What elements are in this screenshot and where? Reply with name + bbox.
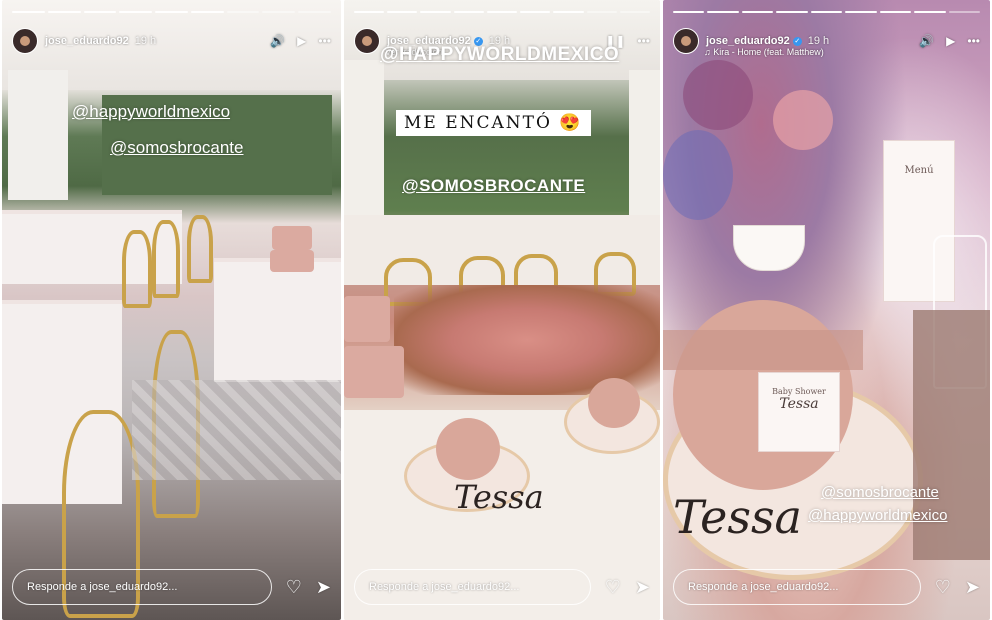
progress-segment [47,11,81,13]
avatar[interactable] [12,28,38,54]
gold-chair [122,230,152,308]
table-right [214,258,341,382]
post-time: 19 h [134,35,157,47]
progress-segment [226,11,260,13]
post-time: 19 h [807,35,830,47]
play-icon[interactable]: ▶ [946,35,955,47]
gift-tag-name: Tessa [779,396,819,412]
menu-title: Menú [904,165,934,176]
progress-segment [387,11,418,13]
mention-sticker[interactable]: @somosbrocante [110,138,244,158]
progress-segment [12,11,45,13]
story-panel-2[interactable]: Tessa jose_eduardo92 ✓ 19 h ❚❚ ••• Ver t… [344,0,660,620]
gift-cake [436,418,500,480]
send-icon[interactable]: ➤ [635,577,650,598]
story-header: jose_eduardo92 19 h 🔊 ▶ ••• [12,28,331,54]
progress-segment [707,11,739,13]
verified-icon: ✓ [792,36,802,46]
music-icon: ♫ [704,47,714,57]
progress-segment [420,11,451,13]
progress-segment [119,11,153,13]
ribbon [663,330,863,370]
progress-segment [810,11,843,13]
music-info[interactable]: ♫ Kira - Home (feat. Matthew) [704,47,824,57]
gift-tag-heading: Baby Shower [772,387,826,396]
avatar[interactable] [673,28,699,54]
flowers [773,90,833,150]
username[interactable]: jose_eduardo92 [45,35,129,47]
reply-input[interactable]: Responde a jose_eduardo92... [673,569,921,605]
progress-segment [776,11,808,13]
story-footer: Responde a jose_eduardo92... ♡ ➤ [12,568,331,606]
username[interactable]: jose_eduardo92 [706,35,790,47]
volume-icon[interactable]: 🔊 [270,35,285,47]
reply-input[interactable]: Responde a jose_eduardo92... [354,569,591,605]
progress-segment [453,11,484,13]
name-place-card: Tessa [454,478,544,516]
progress-segment [486,11,518,13]
progress-segment [553,11,584,13]
mention-sticker[interactable]: @somosbrocante [821,484,939,501]
mention-sticker[interactable]: @happyworldmexico [72,102,230,122]
gift-tag: Baby Shower Tessa [758,372,840,452]
gift-box [272,226,312,250]
send-icon[interactable]: ➤ [965,577,980,598]
name-place-card: Tessa [673,490,802,544]
story-footer: Responde a jose_eduardo92... ♡ ➤ [673,568,980,606]
avatar[interactable] [354,28,380,54]
curtain [8,70,68,200]
progress-segment [190,11,224,13]
progress-segment [586,11,617,13]
play-icon[interactable]: ▶ [297,35,306,47]
heart-icon[interactable]: ♡ [605,577,621,598]
progress-segment [354,11,385,13]
more-icon[interactable]: ••• [967,35,980,47]
progress-segment [741,11,774,13]
more-icon[interactable]: ••• [637,35,650,47]
send-icon[interactable]: ➤ [316,577,331,598]
heart-icon[interactable]: ♡ [935,577,951,598]
story-progress [12,11,332,13]
story-progress [354,11,650,13]
flowers [683,60,753,130]
curtain [344,60,384,220]
volume-icon[interactable]: 🔊 [919,35,934,47]
gift-box [344,346,404,398]
progress-segment [83,11,117,13]
flowers [663,130,733,220]
progress-segment [262,11,296,13]
story-panel-3[interactable]: Menú Baby Shower Tessa Tessa jose_eduard… [663,0,990,620]
progress-segment [948,11,980,13]
progress-segment [845,11,877,13]
progress-segment [914,11,946,13]
mention-sticker[interactable]: @happyworldmexico [808,507,947,524]
text-sticker: ME ENCANTÓ 😍 [396,110,591,136]
story-panel-1[interactable]: jose_eduardo92 19 h 🔊 ▶ ••• @happyworldm… [2,0,341,620]
gold-chair [187,215,213,283]
curtain [629,70,660,220]
gift-box [344,296,390,342]
mention-sticker[interactable]: @SOMOSBROCANTE [402,176,585,196]
mention-sticker[interactable]: @HAPPYWORLDMEXICO [380,44,619,66]
progress-segment [298,11,332,13]
gold-chair [152,220,180,298]
more-icon[interactable]: ••• [318,35,331,47]
story-footer: Responde a jose_eduardo92... ♡ ➤ [354,568,650,606]
gift-box [270,250,314,272]
story-progress [673,11,980,13]
progress-segment [619,11,650,13]
progress-segment [673,11,705,13]
heart-icon[interactable]: ♡ [286,577,302,598]
progress-segment [520,11,551,13]
patterned-floor [132,380,341,480]
progress-segment [155,11,188,13]
reply-input[interactable]: Responde a jose_eduardo92... [12,569,272,605]
song-title: Kira - Home (feat. Matthew) [713,47,824,57]
progress-segment [879,11,912,13]
gift-cake [588,378,640,428]
